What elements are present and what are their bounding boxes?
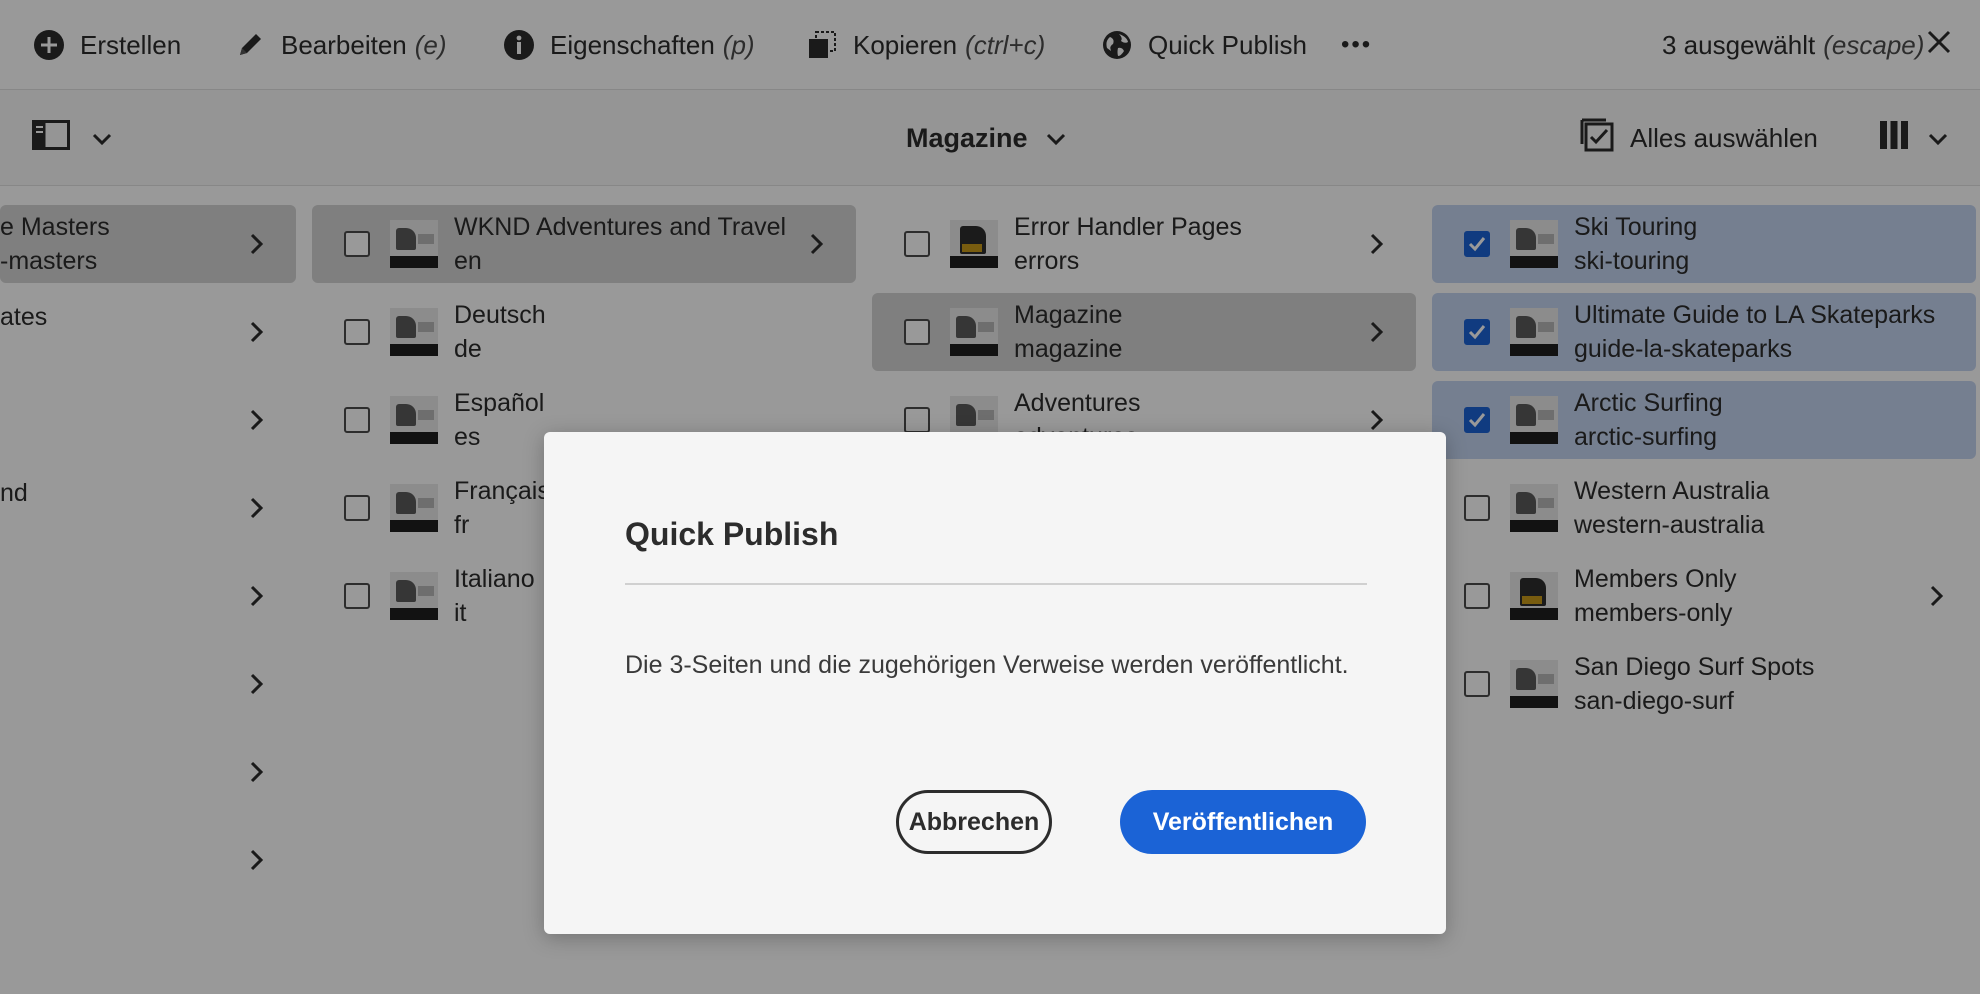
quick-publish-dialog: Quick Publish Die 3-Seiten und die zugeh… bbox=[544, 432, 1446, 934]
publish-button[interactable]: Veröffentlichen bbox=[1120, 790, 1366, 854]
cancel-button[interactable]: Abbrechen bbox=[896, 790, 1052, 854]
dialog-title: Quick Publish bbox=[625, 516, 839, 552]
dialog-message: Die 3-Seiten und die zugehörigen Verweis… bbox=[625, 651, 1349, 679]
dialog-divider bbox=[625, 583, 1367, 585]
